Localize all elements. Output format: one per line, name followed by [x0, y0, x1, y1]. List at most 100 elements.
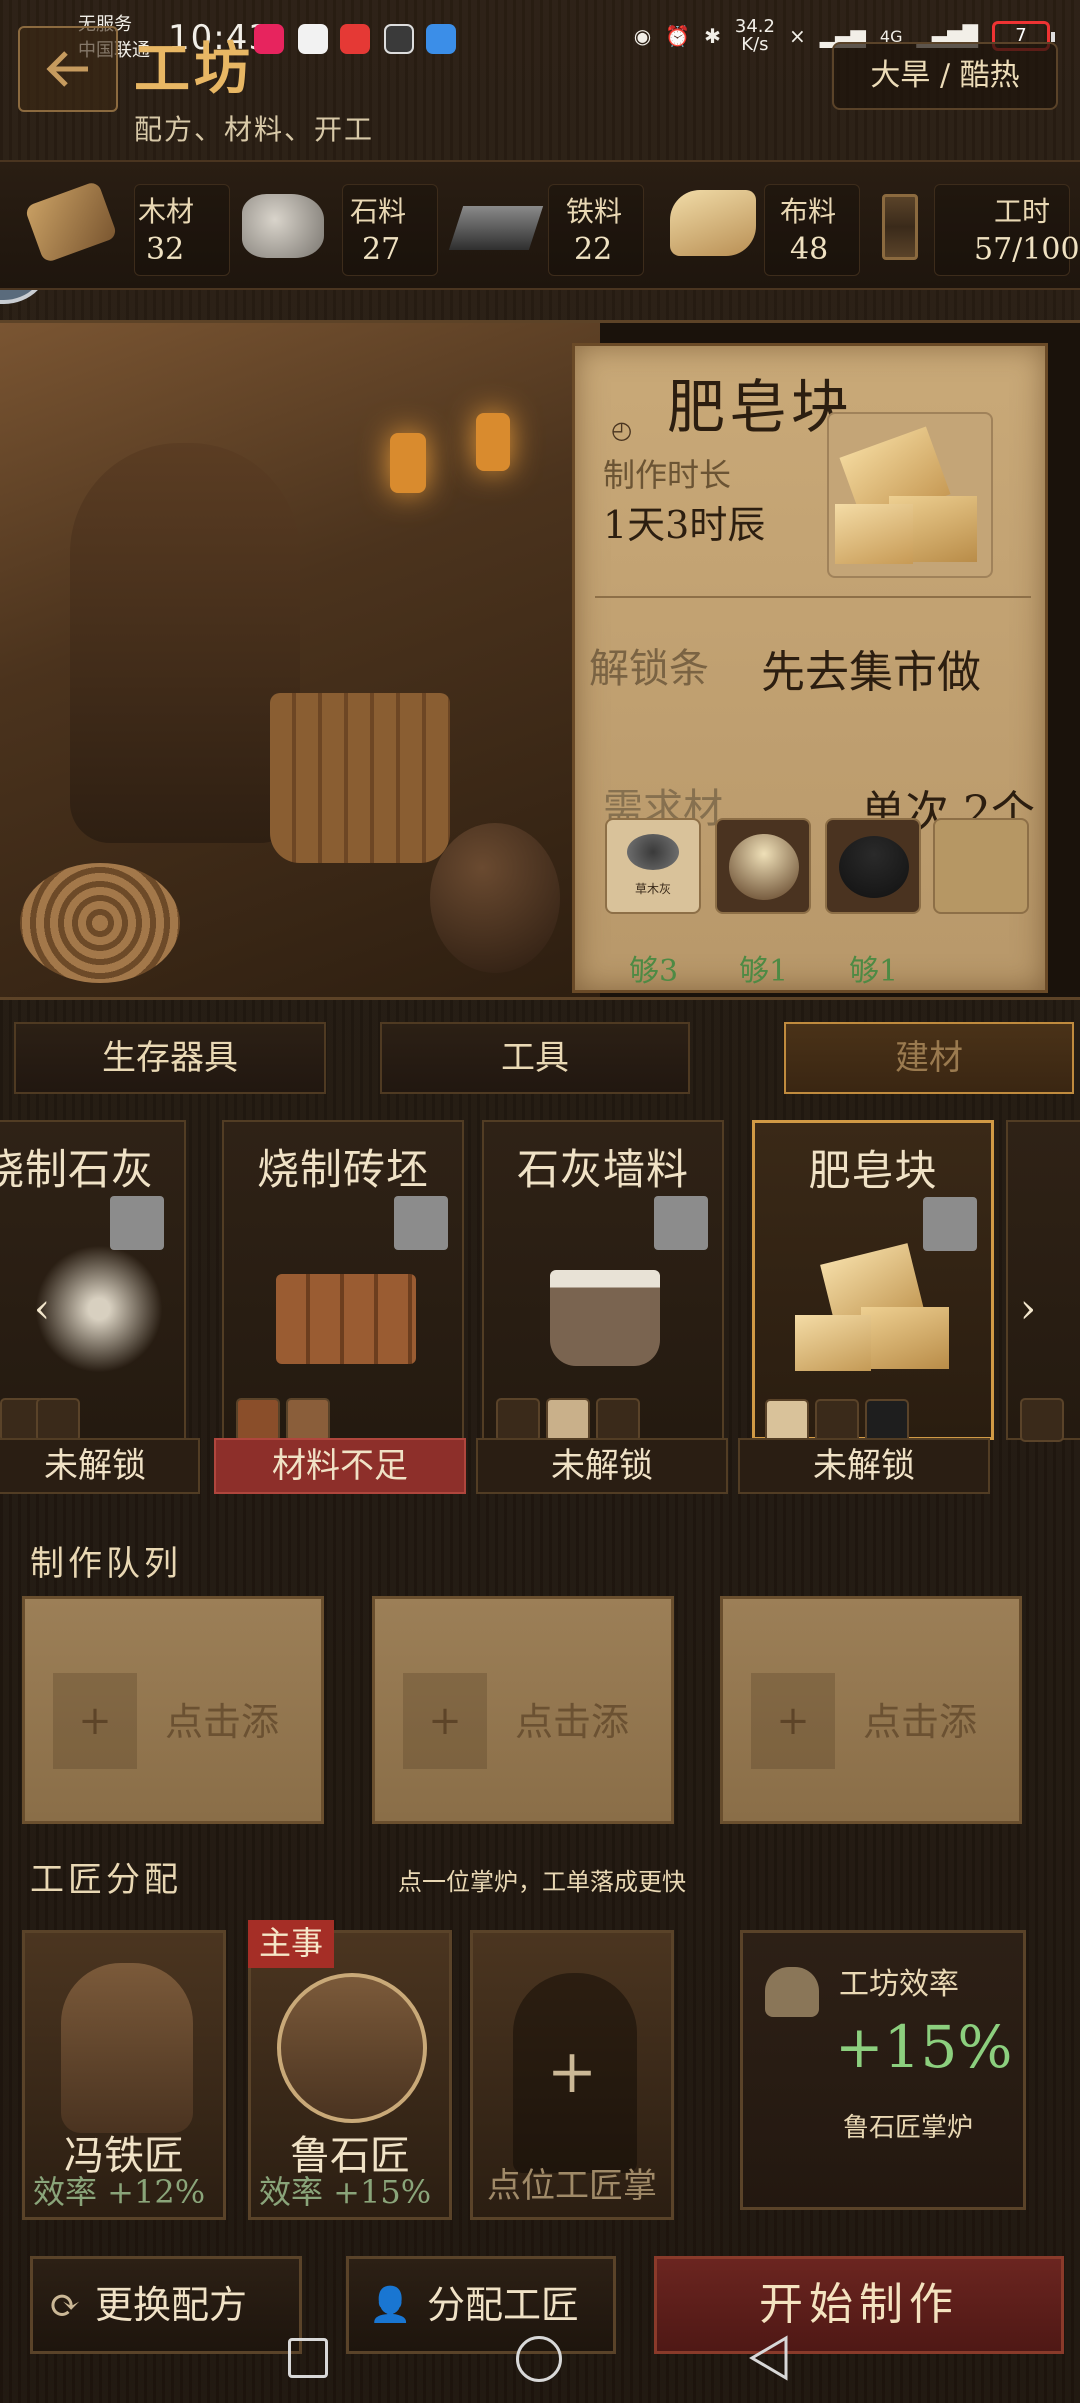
efficiency-panel: 工坊效率 +15% 鲁石匠掌炉 [740, 1930, 1026, 2210]
weather-app-icon [426, 24, 456, 54]
ash-icon [627, 834, 679, 870]
change-recipe-button[interactable]: ⟳ 更换配方 [30, 2256, 302, 2354]
material-slot-empty[interactable] [933, 818, 1029, 914]
recipe-name: 烧制石灰 [0, 1145, 154, 1194]
recipe-hero: 肥皂块 ◴ 制作时长 1天3时辰 解锁条 先去集市做 需求材 单次 2个 草木灰… [0, 320, 1080, 1000]
resource-label: 布料 [780, 195, 837, 228]
app-timer-icon [384, 24, 414, 54]
queue-slot-hint: 点击添 [863, 1700, 978, 1744]
artisan-slot-empty[interactable]: + 点位工匠掌 [470, 1930, 674, 2220]
refresh-icon: ⟳ [49, 2283, 81, 2327]
stone-icon [242, 194, 324, 258]
home-button[interactable] [516, 2336, 562, 2382]
efficiency-title: 工坊效率 [839, 1967, 959, 2002]
lock-icon [110, 1196, 164, 1250]
artisan-efficiency: 效率 +15% [259, 2173, 432, 2211]
charcoal-bowl-icon [839, 836, 909, 898]
resource-wood: 木材 32 [24, 176, 230, 276]
queue-slot-1[interactable]: + 点击添 [22, 1596, 324, 1824]
efficiency-value: +15% [835, 2013, 1013, 2081]
ingredient-icon [865, 1399, 909, 1443]
clock-icon: ◴ [611, 416, 632, 444]
bucket-image [520, 1244, 686, 1374]
net-speed: 34.2 K/s [735, 18, 775, 54]
start-crafting-button[interactable]: 开始制作 [654, 2256, 1064, 2354]
recipe-card-brick[interactable]: 烧制砖坯 [222, 1120, 464, 1442]
recipe-card-lime-plaster[interactable]: 石灰墙料 [482, 1120, 724, 1442]
resource-value: 22 [574, 232, 613, 267]
carousel-next-arrow[interactable]: › [1020, 1286, 1036, 1332]
rope-coil [20, 863, 180, 983]
recipe-name: 石灰墙料 [516, 1145, 689, 1194]
recipe-card-quicklime[interactable]: 烧制石灰 [0, 1120, 186, 1442]
back-nav-icon[interactable] [746, 2334, 790, 2382]
soap-image [827, 412, 993, 578]
clay-jar [430, 823, 560, 973]
recipe-detail-card: 肥皂块 ◴ 制作时长 1天3时辰 解锁条 先去集市做 需求材 单次 2个 草木灰… [572, 343, 1048, 993]
category-tabs: 生存器具 工具 建材 [0, 1012, 1080, 1104]
tab-building-materials[interactable]: 建材 [784, 1022, 1074, 1094]
resource-bar: 木材 32 石料 27 铁料 22 布料 48 工时 57/100 [0, 160, 1080, 290]
ingredient-icon [765, 1399, 809, 1443]
lock-icon [394, 1196, 448, 1250]
material-slot-oil[interactable] [715, 818, 811, 914]
recipe-status: 材料不足 [214, 1438, 466, 1494]
ingredient-icon [815, 1399, 859, 1443]
recipe-name: 烧制砖坯 [256, 1145, 429, 1194]
artisan-hint: 点一位掌炉，工单落成更快 [398, 1868, 686, 1896]
material-slot-charcoal[interactable] [825, 818, 921, 914]
queue-slot-hint: 点击添 [515, 1700, 630, 1744]
resource-label: 石料 [350, 195, 407, 228]
oil-bowl-icon [729, 834, 799, 900]
resource-label: 木材 [138, 195, 195, 228]
hourglass-icon [882, 194, 918, 260]
recent-apps-button[interactable] [288, 2338, 328, 2378]
add-icon: + [53, 1673, 137, 1769]
queue-slot-3[interactable]: + 点击添 [720, 1596, 1022, 1824]
back-button[interactable] [18, 26, 118, 112]
artisan-portrait [277, 1973, 427, 2123]
app-a-icon [340, 24, 370, 54]
unlock-value: 先去集市做 [761, 647, 981, 698]
carousel-prev-arrow[interactable]: ‹ [34, 1286, 50, 1332]
system-nav-bar [0, 2335, 1080, 2403]
tab-tools[interactable]: 工具 [380, 1022, 690, 1094]
recipe-status: 未解锁 [476, 1438, 728, 1494]
recipe-card-next[interactable] [1006, 1120, 1080, 1442]
material-slot-ash[interactable]: 草木灰 [605, 818, 701, 914]
artisan-card-lu[interactable]: 鲁石匠 效率 +15% [248, 1930, 452, 2220]
duration-label: 制作时长 [603, 456, 732, 494]
bluetooth-icon: ✱ [704, 24, 721, 48]
material-count: 够3 [629, 954, 679, 989]
change-recipe-label: 更换配方 [95, 2283, 248, 2327]
net-speed-unit: K/s [741, 34, 769, 55]
resource-value: 32 [146, 232, 185, 267]
queue-title: 制作队列 [30, 1544, 182, 1584]
assign-artisan-button[interactable]: 👤 分配工匠 [346, 2256, 616, 2354]
artisan-efficiency: 效率 +12% [33, 2173, 206, 2211]
unlock-label: 解锁条 [589, 646, 709, 692]
iron-icon [448, 206, 544, 250]
artisan-card-feng[interactable]: 冯铁匠 效率 +12% [22, 1930, 226, 2220]
mute-icon: × [788, 24, 806, 48]
lantern-icon [390, 433, 426, 493]
recipe-carousel: 烧制石灰 烧制砖坯 石灰墙料 肥皂块 未解锁 材料不足 未解锁 未解锁 [0, 1112, 1080, 1502]
workshop-illustration [0, 323, 600, 997]
resource-cloth: 布料 48 [664, 176, 864, 276]
wechat-icon [298, 24, 328, 54]
weather-badge[interactable]: 大旱 / 酷热 [832, 42, 1058, 110]
resource-value: 57/100 [974, 232, 1080, 267]
resource-value: 48 [790, 232, 829, 267]
material-count: 够1 [739, 954, 789, 989]
recipe-status: 未解锁 [0, 1438, 200, 1494]
resource-stone: 石料 27 [238, 176, 438, 276]
cloth-icon [670, 190, 756, 256]
queue-slot-2[interactable]: + 点击添 [372, 1596, 674, 1824]
recipe-card-soap[interactable]: 肥皂块 [752, 1120, 994, 1443]
nfc-icon: ◉ [633, 24, 652, 48]
ingredient-icon [596, 1398, 640, 1442]
resource-value: 27 [362, 232, 401, 267]
ingredient-icon [36, 1398, 80, 1442]
soap-image [791, 1243, 957, 1375]
tab-survival-tools[interactable]: 生存器具 [14, 1022, 326, 1094]
